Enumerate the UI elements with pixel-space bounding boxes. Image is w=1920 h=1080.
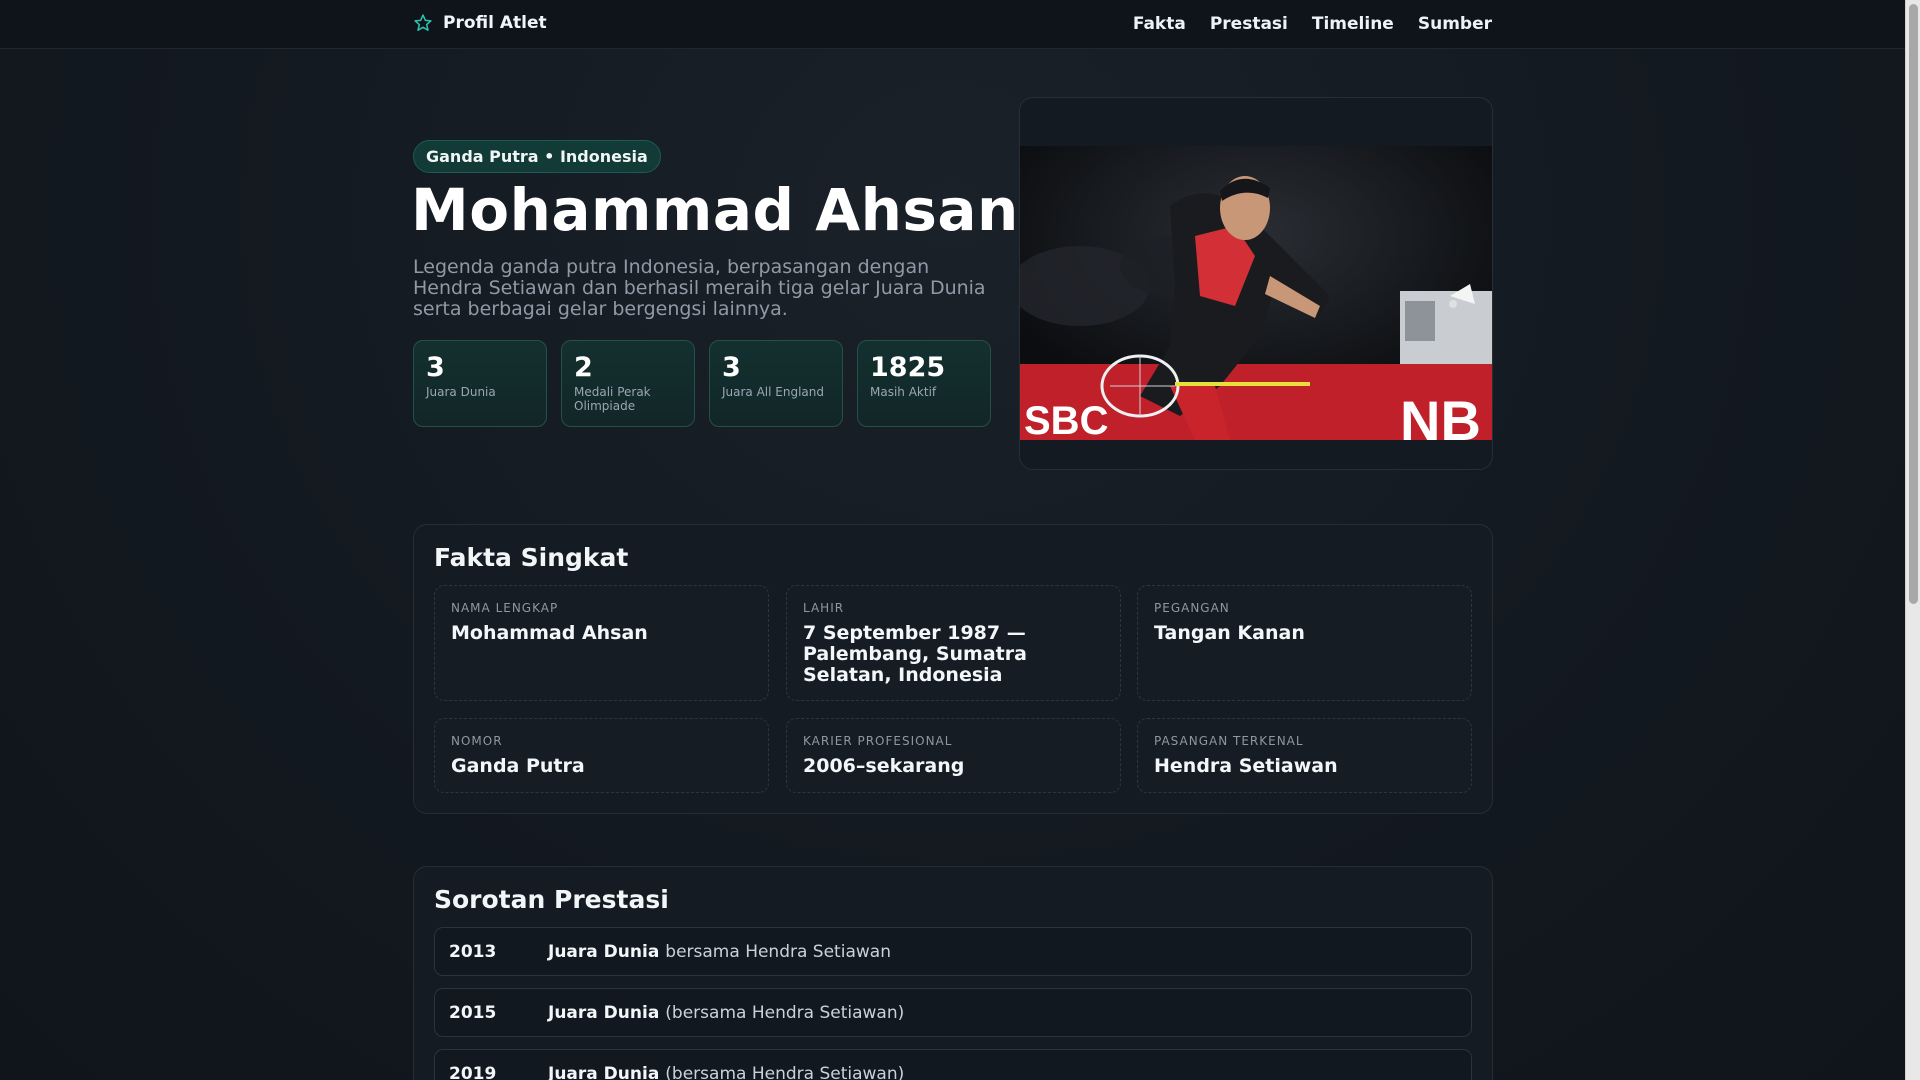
nav-link-sumber[interactable]: Sumber — [1418, 14, 1492, 34]
brand-title: Profil Atlet — [443, 13, 547, 33]
page-scrollbar[interactable] — [1905, 0, 1920, 1080]
nav-link-timeline[interactable]: Timeline — [1312, 14, 1394, 34]
fact-label: PASANGAN TERKENAL — [1154, 734, 1304, 748]
fact-value: Mohammad Ahsan — [451, 622, 648, 644]
stat-card: 3 Juara All England — [709, 340, 843, 427]
fact-label: PEGANGAN — [1154, 601, 1230, 615]
facts-section-title: Fakta Singkat — [434, 543, 629, 572]
achievement-year: 2013 — [449, 941, 497, 962]
fact-label: NOMOR — [451, 734, 503, 748]
fact-value: Tangan Kanan — [1154, 622, 1305, 644]
achievement-title: Juara Dunia — [548, 1063, 660, 1080]
stat-value: 1825 — [870, 352, 946, 383]
stat-value: 3 — [426, 352, 445, 383]
fact-card: KARIER PROFESIONAL 2006–sekarang — [786, 718, 1121, 793]
achievement-detail: (bersama Hendra Setiawan) — [665, 1002, 905, 1023]
stat-card: 3 Juara Dunia — [413, 340, 547, 427]
stat-value: 2 — [574, 352, 593, 383]
fact-card: PEGANGAN Tangan Kanan — [1137, 585, 1472, 701]
achievement-year: 2015 — [449, 1002, 497, 1023]
achievements-section-title: Sorotan Prestasi — [434, 885, 669, 914]
achievements-section: Sorotan Prestasi 2013 Juara Dunia bersam… — [413, 866, 1493, 1080]
fact-label: LAHIR — [803, 601, 845, 615]
athlete-photo: SBC NB — [1020, 146, 1492, 440]
top-navbar: Profil Atlet Fakta Prestasi Timeline Sum… — [0, 0, 1905, 49]
achievement-row: 2019 Juara Dunia (bersama Hendra Setiawa… — [434, 1049, 1472, 1080]
category-badge: Ganda Putra • Indonesia — [413, 140, 661, 173]
stat-label: Medali Perak Olimpiade — [574, 385, 651, 413]
stat-label: Juara Dunia — [426, 385, 496, 399]
nav-link-fakta[interactable]: Fakta — [1133, 14, 1186, 34]
achievement-year: 2019 — [449, 1063, 497, 1080]
star-icon — [414, 14, 432, 31]
stat-label: Masih Aktif — [870, 385, 937, 399]
fact-card: NOMOR Ganda Putra — [434, 718, 769, 793]
athlete-name: Mohammad Ahsan — [411, 176, 1019, 244]
athlete-photo-illustration: SBC NB — [1020, 146, 1492, 440]
fact-label: KARIER PROFESIONAL — [803, 734, 953, 748]
fact-card: PASANGAN TERKENAL Hendra Setiawan — [1137, 718, 1472, 793]
facts-section: Fakta Singkat NAMA LENGKAP Mohammad Ahsa… — [413, 524, 1493, 814]
fact-value: Ganda Putra — [451, 755, 585, 777]
fact-value: 7 September 1987 — Palembang, Sumatra Se… — [803, 622, 1027, 686]
brand[interactable]: Profil Atlet — [413, 13, 547, 33]
nav-link-prestasi[interactable]: Prestasi — [1210, 14, 1288, 34]
achievement-detail: (bersama Hendra Setiawan) — [665, 1063, 905, 1080]
fact-value: 2006–sekarang — [803, 755, 965, 777]
scrollbar-thumb[interactable] — [1909, 4, 1918, 604]
stat-card: 2 Medali Perak Olimpiade — [561, 340, 695, 427]
fact-value: Hendra Setiawan — [1154, 755, 1338, 777]
stat-value: 3 — [722, 352, 741, 383]
achievement-title: Juara Dunia — [548, 941, 660, 962]
achievement-title: Juara Dunia — [548, 1002, 660, 1023]
stats-row: 3 Juara Dunia 2 Medali Perak Olimpiade 3… — [413, 340, 991, 427]
svg-text:NB: NB — [1400, 389, 1481, 440]
photo-card: SBC NB — [1019, 97, 1493, 470]
fact-card: NAMA LENGKAP Mohammad Ahsan — [434, 585, 769, 701]
athlete-description: Legenda ganda putra Indonesia, berpasang… — [413, 256, 986, 320]
main-nav: Fakta Prestasi Timeline Sumber — [1133, 14, 1492, 34]
achievement-row: 2013 Juara Dunia bersama Hendra Setiawan — [434, 927, 1472, 976]
stat-card: 1825 Masih Aktif — [857, 340, 991, 427]
achievement-detail: bersama Hendra Setiawan — [665, 941, 891, 962]
fact-label: NAMA LENGKAP — [451, 601, 559, 615]
svg-text:SBC: SBC — [1024, 399, 1108, 440]
fact-card: LAHIR 7 September 1987 — Palembang, Suma… — [786, 585, 1121, 701]
stat-label: Juara All England — [722, 385, 825, 399]
achievement-row: 2015 Juara Dunia (bersama Hendra Setiawa… — [434, 988, 1472, 1037]
